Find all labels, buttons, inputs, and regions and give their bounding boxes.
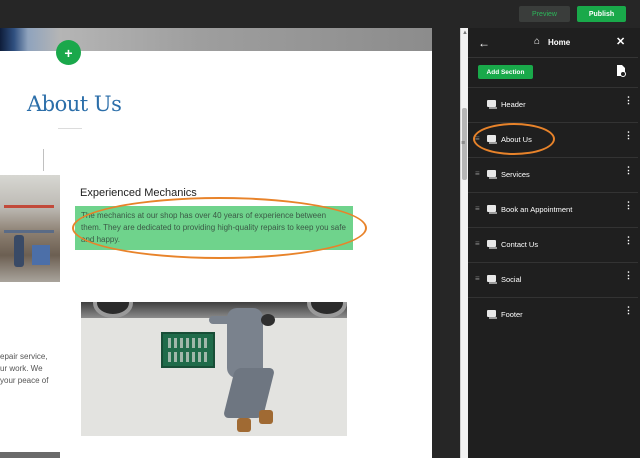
more-options-icon[interactable]: ⋮ (624, 96, 633, 105)
back-arrow-icon[interactable]: ← (478, 36, 490, 50)
add-section-plus-button[interactable]: + (56, 40, 81, 65)
sections-panel: ← ⌂ Home ✕ Add Section Header ⋮ ≡ About … (468, 28, 640, 458)
panel-title: Home (548, 38, 571, 47)
drag-handle-icon[interactable]: ≡ (475, 204, 480, 213)
section-label: Services (501, 170, 530, 179)
vertical-divider (43, 149, 44, 171)
more-options-icon[interactable]: ⋮ (624, 271, 633, 280)
side-text-line: epair service, (0, 352, 48, 361)
more-options-icon[interactable]: ⋮ (624, 201, 633, 210)
section-label: Book an Appointment (501, 205, 573, 214)
section-label: Footer (501, 310, 523, 319)
home-icon: ⌂ (534, 36, 541, 47)
top-toolbar: Preview Publish (0, 0, 640, 28)
section-item-services[interactable]: ≡ Services ⋮ (468, 157, 638, 192)
section-icon (487, 240, 497, 249)
publish-button[interactable]: Publish (577, 6, 626, 22)
annotation-oval-text (72, 197, 367, 259)
drag-handle-icon[interactable]: ≡ (475, 239, 480, 248)
about-us-title[interactable]: About Us (27, 92, 122, 116)
title-divider (58, 128, 82, 129)
section-icon (487, 100, 497, 109)
section-edge (0, 452, 60, 458)
preview-button[interactable]: Preview (519, 6, 570, 22)
canvas-gutter (432, 28, 460, 458)
side-text-line: ur work. We (0, 364, 43, 373)
garage-image[interactable] (0, 175, 60, 282)
section-item-social[interactable]: ≡ Social ⋮ (468, 262, 638, 297)
grip-icon: ≡ (461, 140, 466, 147)
add-section-button[interactable]: Add Section (478, 65, 533, 79)
section-item-book-an-appointment[interactable]: ≡ Book an Appointment ⋮ (468, 192, 638, 227)
section-item-footer[interactable]: Footer ⋮ (468, 297, 638, 332)
section-item-header[interactable]: Header ⋮ (468, 87, 638, 122)
section-label: Social (501, 275, 522, 284)
page-settings-icon[interactable] (616, 65, 626, 80)
drag-handle-icon[interactable]: ≡ (475, 169, 480, 178)
section-label: Header (501, 100, 526, 109)
more-options-icon[interactable]: ⋮ (624, 236, 633, 245)
partial-side-text: epair service, ur work. We your peace of (0, 351, 58, 387)
section-icon (487, 275, 497, 284)
mechanic-on-floor-image[interactable] (81, 302, 347, 436)
close-icon[interactable]: ✕ (616, 35, 625, 48)
section-icon (487, 310, 497, 319)
section-item-contact-us[interactable]: ≡ Contact Us ⋮ (468, 227, 638, 262)
section-icon (487, 205, 497, 214)
panel-header: ← ⌂ Home ✕ (468, 28, 638, 58)
section-icon (487, 170, 497, 179)
canvas-scrollbar[interactable]: ▲ ≡ (460, 28, 468, 458)
section-label: Contact Us (501, 240, 539, 249)
section-list: Header ⋮ ≡ About Us ⋮ ≡ Services ⋮ ≡ Boo… (468, 87, 638, 332)
side-text-line: your peace of (0, 376, 49, 385)
more-options-icon[interactable]: ⋮ (624, 131, 633, 140)
annotation-oval-about-us (473, 123, 555, 155)
more-options-icon[interactable]: ⋮ (624, 306, 633, 315)
page-canvas: + About Us Experienced Mechanics The mec… (0, 28, 432, 458)
more-options-icon[interactable]: ⋮ (624, 166, 633, 175)
drag-handle-icon[interactable]: ≡ (475, 274, 480, 283)
